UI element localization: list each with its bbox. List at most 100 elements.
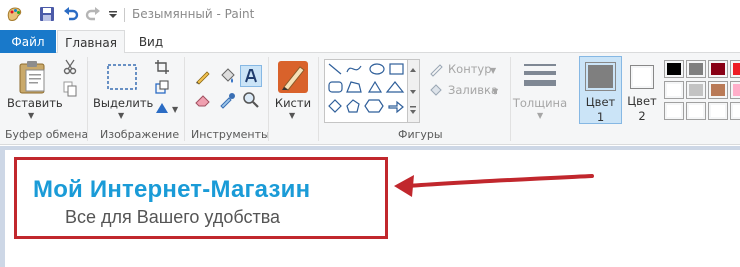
palette-swatch[interactable] [686,81,706,99]
fill-bucket-icon[interactable] [218,67,236,85]
title-bar: Безымянный - Paint [0,0,740,30]
palette-swatch-fill [667,63,681,75]
clipboard-group-label: Буфер обмена [5,128,89,141]
palette-swatch-fill [667,84,681,96]
eraser-icon[interactable] [194,91,212,109]
color2-label: Цвет [627,94,657,108]
paste-button[interactable]: Вставить [7,96,63,110]
ribbon-tabs: Файл Главная Вид [0,30,740,54]
palette-swatch[interactable] [664,60,684,78]
palette-swatch-fill [689,63,703,75]
palette-swatch-fill [733,63,740,75]
group-separator [87,57,88,141]
color1-swatch [585,62,616,91]
palette-swatch[interactable] [730,60,740,78]
palette-swatch[interactable] [686,60,706,78]
palette-swatch[interactable] [730,102,740,120]
tab-home[interactable]: Главная [57,30,125,54]
rounded-rectangle-shape-icon [328,81,343,93]
palette-swatch[interactable] [708,102,728,120]
canvas-area: Мой Интернет-Магазин Все для Вашего удоб… [0,146,740,267]
select-dropdown-caret[interactable]: ▼ [118,111,124,120]
line-shape-icon [328,63,342,75]
brushes-icon[interactable] [276,59,310,95]
select-icon[interactable] [106,63,138,91]
palette-swatch-fill [667,105,681,117]
ribbon: Вставить ▼ Буфер обмена Выделить ▼ ▼ Изо… [0,53,740,145]
color2-fill [633,68,651,86]
palette-swatch[interactable] [686,102,706,120]
size-button[interactable]: Толщина [512,96,568,110]
tab-view[interactable]: Вид [130,30,172,53]
color-picker-icon[interactable] [218,91,236,109]
color2-number: 2 [638,109,646,123]
customize-toolbar-icon[interactable] [104,5,122,23]
banner-tagline: Все для Вашего удобства [65,207,281,227]
save-icon[interactable] [38,5,56,23]
group-separator [510,57,511,141]
palette-swatch-fill [711,105,725,117]
group-separator [184,57,185,141]
cut-icon[interactable] [63,59,77,75]
select-button[interactable]: Выделить [93,96,153,110]
outline-icon[interactable] [428,61,444,77]
polygon-shape-icon [346,81,362,93]
color1-button[interactable]: Цвет 1 [579,56,622,124]
tab-file[interactable]: Файл [0,30,56,53]
triangle-shape-icon [367,80,383,93]
outline-dropdown-caret[interactable]: ▼ [490,66,496,75]
shapes-group-label: Фигуры [398,128,443,141]
paint-app-icon[interactable] [6,5,24,23]
right-triangle-shape-icon [385,81,405,93]
palette-swatch[interactable] [664,81,684,99]
redo-icon[interactable] [84,5,102,23]
window-title: Безымянный - Paint [132,7,255,21]
text-tool-icon[interactable] [240,65,262,87]
palette-swatch[interactable] [730,81,740,99]
color2-button[interactable]: Цвет 2 [624,56,660,124]
undo-icon[interactable] [62,5,80,23]
group-separator [318,57,319,141]
copy-icon[interactable] [63,81,77,97]
rotate-icon[interactable] [154,99,170,115]
pencil-icon[interactable] [194,67,212,85]
arrow-shape-icon [388,100,404,114]
fill-icon[interactable] [428,82,444,98]
crop-icon[interactable] [154,59,170,75]
group-separator [268,57,269,141]
rectangle-shape-icon [389,63,404,75]
drawing-canvas[interactable]: Мой Интернет-Магазин Все для Вашего удоб… [5,150,740,267]
palette-swatch[interactable] [708,81,728,99]
hexagon-shape-icon [364,99,384,113]
palette-swatch-fill [733,105,740,117]
palette-swatch-fill [733,84,740,96]
diamond-shape-icon [328,99,342,113]
palette-swatch[interactable] [664,102,684,120]
palette-swatch-fill [689,105,703,117]
shapes-gallery[interactable] [324,59,408,123]
palette-swatch[interactable] [708,60,728,78]
magnifier-icon[interactable] [242,91,260,109]
fill-dropdown-caret[interactable]: ▼ [492,87,498,96]
outline-button[interactable]: Контур [448,62,492,76]
banner-headline: Мой Интернет-Магазин [33,176,311,203]
curve-shape-icon [346,65,362,73]
color2-swatch [630,65,654,89]
fill-button[interactable]: Заливка [448,83,498,97]
size-icon[interactable] [522,61,558,91]
brushes-dropdown-caret[interactable]: ▼ [289,111,295,120]
brushes-button[interactable]: Кисти [274,96,312,110]
color1-number: 1 [596,110,605,124]
image-group-label: Изображение [100,128,180,141]
rotate-dropdown-caret[interactable]: ▼ [172,105,178,114]
oval-shape-icon [369,63,385,75]
pentagon-shape-icon [346,99,360,113]
size-dropdown-caret[interactable]: ▼ [537,111,543,120]
paste-dropdown-caret[interactable]: ▼ [28,111,34,120]
paste-icon[interactable] [16,58,50,96]
title-separator [124,8,125,22]
shapes-scrollbar[interactable] [408,59,420,123]
palette-swatch-fill [711,84,725,96]
resize-icon[interactable] [154,79,170,95]
color1-fill [588,65,613,88]
